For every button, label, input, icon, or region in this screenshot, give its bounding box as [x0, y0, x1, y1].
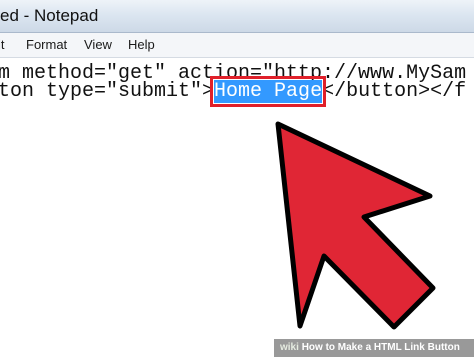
pointer-arrow-icon [275, 121, 436, 330]
screenshot-frame: ed - Notepad it Format View Help m metho… [0, 0, 474, 357]
watermark-bar: wiki How to Make a HTML Link Button [274, 339, 474, 357]
wiki-logo: wiki [280, 342, 299, 353]
watermark-title: How to Make a HTML Link Button [301, 342, 460, 353]
